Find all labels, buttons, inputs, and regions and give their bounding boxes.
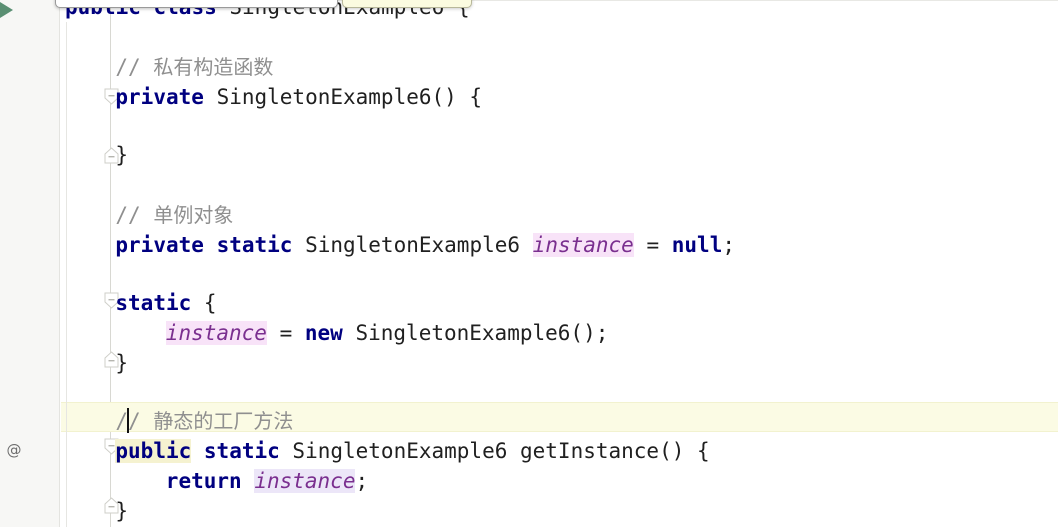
code-text-surface[interactable]: public class SingletonExample6 {// 私有构造函…: [61, 0, 1058, 527]
code-token: static: [203, 439, 280, 463]
code-token: instance: [532, 233, 634, 257]
code-line[interactable]: // 私有构造函数: [115, 52, 273, 82]
code-token: instance: [165, 321, 267, 345]
code-line[interactable]: // 静态的工厂方法: [115, 406, 293, 436]
editor-gutter[interactable]: @: [0, 0, 60, 527]
code-token: ;: [722, 233, 735, 257]
code-token: //: [115, 203, 154, 227]
code-line[interactable]: }: [115, 496, 128, 526]
code-line[interactable]: }: [115, 140, 128, 170]
code-line[interactable]: static {: [115, 288, 216, 318]
parameter-hint-popup[interactable]: [342, 0, 472, 8]
code-token: 私有构造函数: [153, 55, 274, 79]
code-token: SingletonExample6: [292, 439, 508, 463]
code-token: return: [165, 469, 242, 493]
code-token: null: [671, 233, 723, 257]
code-token: instance: [254, 469, 356, 493]
code-token: =: [633, 233, 672, 257]
code-token: getInstance() {: [507, 439, 710, 463]
code-token: ;: [355, 469, 369, 493]
code-token: new: [304, 321, 343, 345]
run-triangle-icon[interactable]: [0, 2, 13, 18]
code-line[interactable]: }: [115, 348, 128, 378]
code-token: static: [115, 291, 192, 315]
code-token: =: [266, 321, 305, 345]
code-line[interactable]: instance = new SingletonExample6();: [165, 318, 609, 348]
code-token: }: [115, 143, 129, 167]
code-token: }: [115, 499, 129, 523]
code-token: static: [216, 233, 293, 257]
code-token: //: [115, 55, 154, 79]
code-token: 静态的工厂方法: [153, 409, 294, 433]
code-token: {: [191, 291, 217, 315]
code-token: private: [115, 85, 204, 109]
indent-guide: [66, 466, 67, 496]
code-token: }: [115, 351, 129, 375]
code-token: () {: [431, 85, 483, 109]
code-token: //: [115, 409, 154, 433]
text-caret: [127, 408, 129, 433]
code-token: SingletonExample6: [355, 321, 571, 345]
code-token: SingletonExample6: [216, 85, 432, 109]
code-token: public: [115, 439, 192, 463]
indent-guide: [66, 318, 67, 348]
code-token: ();: [570, 321, 609, 345]
code-line[interactable]: private SingletonExample6() {: [115, 82, 482, 112]
code-line[interactable]: // 单例对象: [115, 200, 233, 230]
documentation-popup[interactable]: [55, 0, 338, 8]
code-line[interactable]: return instance;: [166, 466, 368, 496]
code-token: 单例对象: [153, 203, 234, 227]
indent-guide: [66, 22, 67, 527]
code-line[interactable]: private static SingletonExample6 instanc…: [115, 230, 735, 260]
code-line[interactable]: public static SingletonExample6 getInsta…: [115, 436, 710, 466]
override-marker-icon[interactable]: @: [5, 441, 23, 459]
code-editor[interactable]: @ public class SingletonExample6 {// 私有构…: [0, 0, 1058, 527]
code-token: private: [115, 233, 204, 257]
code-token: SingletonExample6: [305, 233, 521, 257]
